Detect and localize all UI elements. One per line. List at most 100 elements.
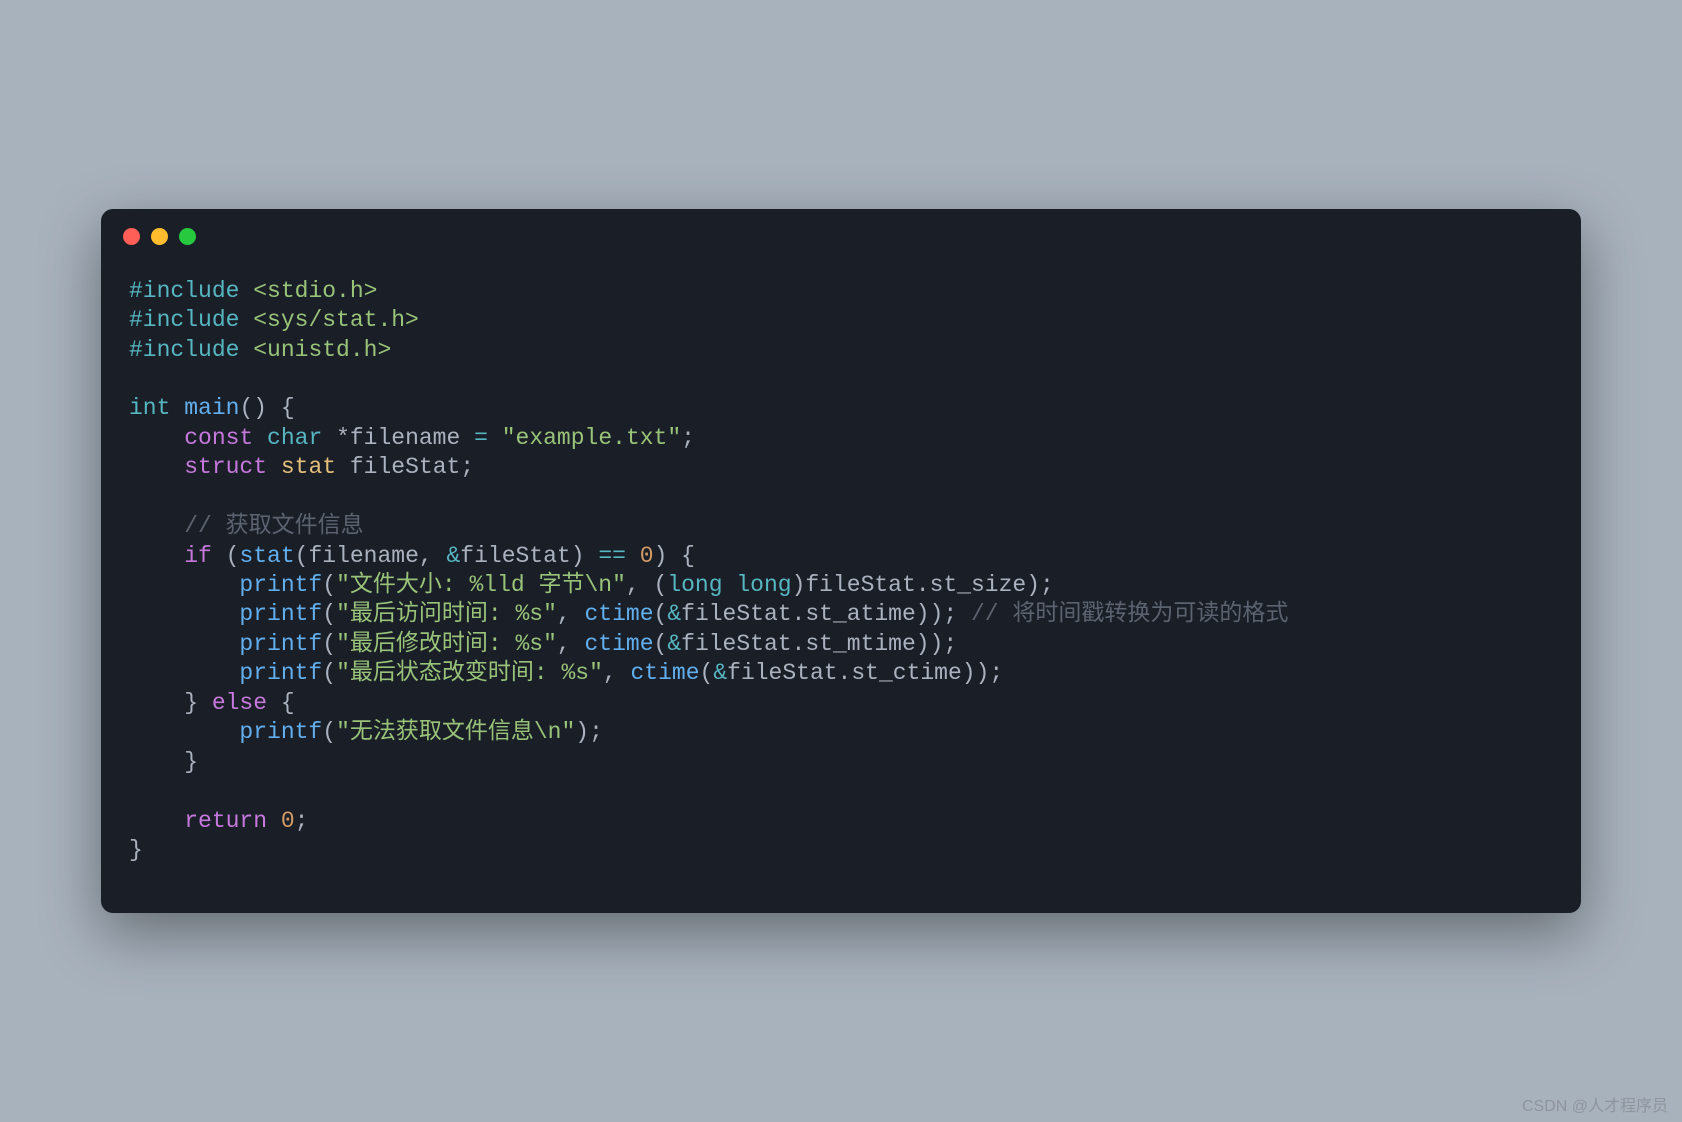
code-token: printf [239,601,322,627]
code-token: main [184,395,239,421]
code-token: stat [281,454,336,480]
code-token [129,601,239,627]
code-line: } [129,748,1553,777]
code-line: } [129,836,1553,865]
code-token [267,808,281,834]
code-token: & [713,660,727,686]
code-token: { [267,690,295,716]
code-token: <stdio.h> [253,278,377,304]
code-line: if (stat(filename, &fileStat) == 0) { [129,542,1553,571]
minimize-icon[interactable] [151,228,168,245]
code-token: "最后修改时间: %s" [336,631,557,657]
code-token: #include [129,337,239,363]
code-token [239,337,253,363]
code-token: ctime [585,631,654,657]
code-token [239,307,253,333]
code-line [129,483,1553,512]
code-token [239,278,253,304]
code-token: *filename [322,425,474,451]
code-token: == [598,543,626,569]
code-token: ( [212,543,240,569]
code-token: printf [239,572,322,598]
code-line [129,365,1553,394]
code-token: & [446,543,460,569]
code-token: ( [322,631,336,657]
code-token: () { [239,395,294,421]
code-token: <unistd.h> [253,337,391,363]
code-token [253,425,267,451]
code-token: ( [322,601,336,627]
code-token: ( [322,719,336,745]
code-line: printf("最后状态改变时间: %s", ctime(&fileStat.s… [129,659,1553,688]
code-token [129,719,239,745]
code-token: ( [322,572,336,598]
code-token: 0 [281,808,295,834]
code-token: long [736,572,791,598]
code-line: struct stat fileStat; [129,453,1553,482]
code-token: (filename, [295,543,447,569]
code-token: fileStat.st_mtime)); [681,631,957,657]
code-token: ( [700,660,714,686]
code-token: & [667,601,681,627]
maximize-icon[interactable] [179,228,196,245]
close-icon[interactable] [123,228,140,245]
code-token [129,660,239,686]
code-token: ); [575,719,603,745]
code-token: = [474,425,488,451]
code-token [129,631,239,657]
code-token [129,454,184,480]
code-token: ; [681,425,695,451]
code-token: if [184,543,212,569]
code-token: stat [239,543,294,569]
code-token: ( [654,631,668,657]
code-token: ( [654,601,668,627]
watermark-text: CSDN @人才程序员 [1522,1092,1668,1116]
code-token: #include [129,307,239,333]
code-token: printf [239,631,322,657]
code-token: int [129,395,170,421]
code-line: #include <unistd.h> [129,336,1553,365]
code-line [129,777,1553,806]
code-token: printf [239,719,322,745]
code-token: , [603,660,631,686]
code-token: // 将时间戳转换为可读的格式 [971,601,1288,627]
code-line: } else { [129,689,1553,718]
code-token [626,543,640,569]
code-token [129,425,184,451]
code-token [129,572,239,598]
code-token: ( [322,660,336,686]
code-token: else [212,690,267,716]
code-token: , [557,601,585,627]
code-token: "最后访问时间: %s" [336,601,557,627]
code-token: fileStat.st_ctime)); [727,660,1003,686]
code-token: 0 [640,543,654,569]
code-token: "无法获取文件信息\n" [336,719,575,745]
code-token: ; [295,808,309,834]
code-line: printf("无法获取文件信息\n"); [129,718,1553,747]
code-token: fileStat.st_atime)); [681,601,971,627]
code-token [723,572,737,598]
code-token: <sys/stat.h> [253,307,419,333]
code-token: & [667,631,681,657]
code-token: )fileStat.st_size); [792,572,1054,598]
code-token: } [129,837,143,863]
code-token: char [267,425,322,451]
code-line: return 0; [129,807,1553,836]
code-token: fileStat; [336,454,474,480]
code-token [267,454,281,480]
code-token [488,425,502,451]
code-token: fileStat) [460,543,598,569]
code-line: // 获取文件信息 [129,512,1553,541]
code-token: , [557,631,585,657]
code-editor[interactable]: #include <stdio.h> #include <sys/stat.h> #… [101,265,1581,914]
code-token: } [129,749,198,775]
code-token: ctime [631,660,700,686]
code-window: #include <stdio.h> #include <sys/stat.h> #… [101,209,1581,914]
code-token: ctime [585,601,654,627]
code-token: const [184,425,253,451]
code-line: int main() { [129,394,1553,423]
code-token: "文件大小: %lld 字节\n" [336,572,626,598]
window-titlebar [101,209,1581,265]
code-token: } [129,690,212,716]
code-token: ) { [654,543,695,569]
